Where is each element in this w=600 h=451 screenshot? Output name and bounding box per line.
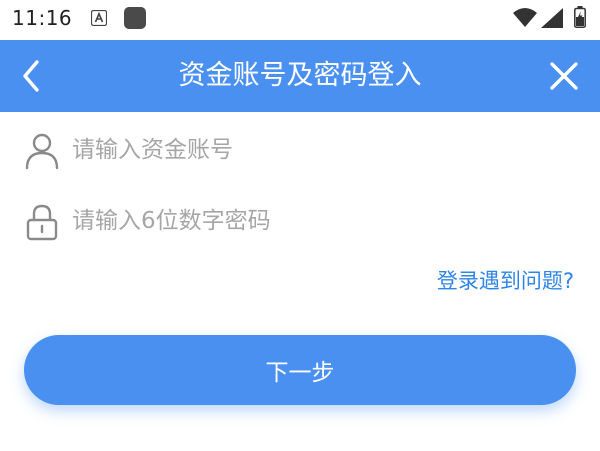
page-title: 资金账号及密码登入 [178,60,422,91]
password-input[interactable] [72,199,572,243]
account-input[interactable] [72,128,572,172]
login-help-link[interactable]: 登录遇到问题? [437,265,574,295]
signal-icon [541,8,563,28]
close-icon[interactable] [546,58,582,94]
status-bar: 11:16 [0,0,600,40]
a-icon [91,10,107,26]
lock-icon [26,204,58,241]
app-icon [124,7,146,29]
chevron-left-icon[interactable] [14,58,50,94]
password-field-row [0,186,600,256]
status-time: 11:16 [12,6,73,30]
user-icon [25,133,59,170]
wifi-icon [513,8,537,27]
account-field-row [0,115,600,185]
next-button[interactable]: 下一步 [24,335,576,405]
battery-icon [574,6,586,28]
header-bar: 资金账号及密码登入 [0,40,600,112]
